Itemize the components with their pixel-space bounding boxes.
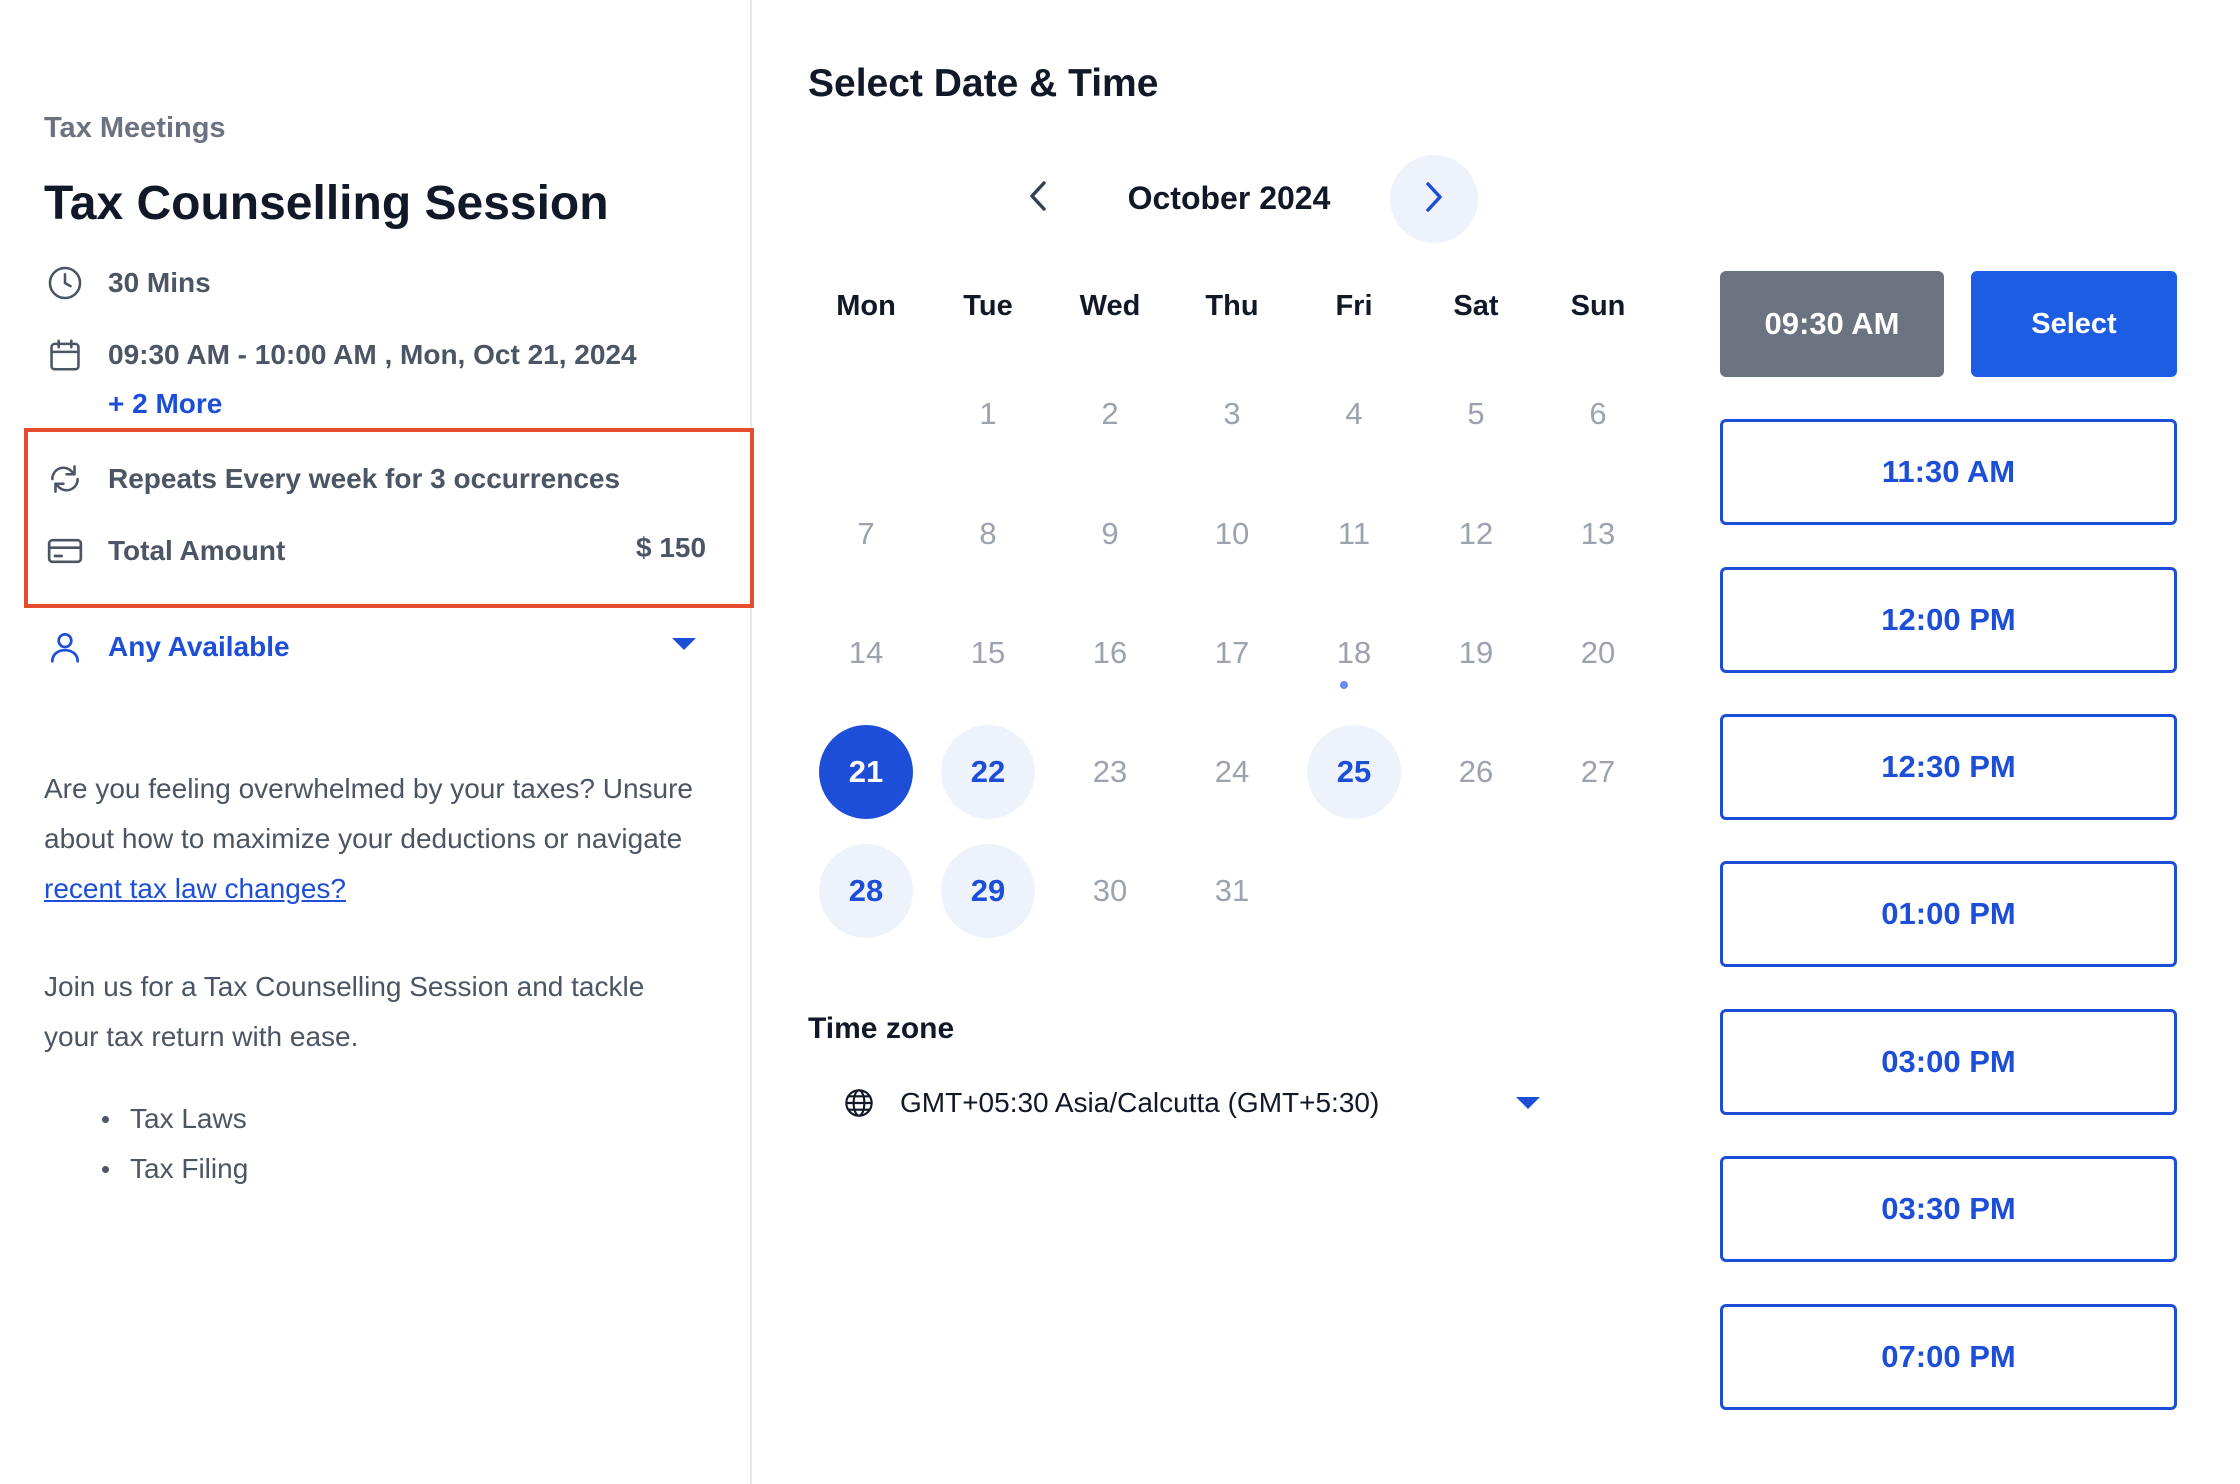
select-button[interactable]: Select xyxy=(1971,271,2177,377)
weekday-wed: Wed xyxy=(1079,290,1141,322)
time-slot-button[interactable]: 03:30 PM xyxy=(1720,1156,2177,1262)
staff-selector[interactable]: Any Available xyxy=(44,626,290,668)
description-paragraph: Are you feeling overwhelmed by your taxe… xyxy=(44,764,704,914)
list-item: Tax Laws xyxy=(102,1094,248,1144)
calendar-day-25[interactable]: 25 xyxy=(1307,725,1401,819)
calendar-icon xyxy=(44,334,86,376)
chevron-down-icon[interactable] xyxy=(672,638,696,650)
calendar-day-5: 5 xyxy=(1467,396,1485,431)
calendar-day-27: 27 xyxy=(1580,754,1616,789)
prev-month-button[interactable] xyxy=(1016,170,1060,226)
more-occurrences-link[interactable]: + 2 More xyxy=(108,388,222,420)
calendar-day-19: 19 xyxy=(1458,635,1494,670)
calendar-day-12: 12 xyxy=(1458,516,1494,551)
calendar-day-24: 24 xyxy=(1214,754,1250,789)
calendar-day-22[interactable]: 22 xyxy=(941,725,1035,819)
highlight-box xyxy=(24,428,754,608)
calendar-day-6: 6 xyxy=(1589,396,1607,431)
chevron-down-icon[interactable] xyxy=(1516,1097,1540,1109)
weekday-mon: Mon xyxy=(836,290,896,322)
calendar-day-18: 18 xyxy=(1336,635,1372,670)
timezone-label: Time zone xyxy=(808,1012,955,1045)
calendar-day-21[interactable]: 21 xyxy=(819,725,913,819)
next-month-button[interactable] xyxy=(1390,155,1478,243)
staff-value: Any Available xyxy=(108,631,290,662)
today-indicator xyxy=(1340,681,1348,689)
total-amount-value: $ 150 xyxy=(636,532,707,563)
duration-text: 30 Mins xyxy=(108,267,211,298)
calendar-day-17: 17 xyxy=(1214,635,1250,670)
calendar-day-14: 14 xyxy=(848,635,884,670)
calendar-day-3: 3 xyxy=(1223,396,1241,431)
calendar-day-7: 7 xyxy=(857,516,875,551)
description-text: Are you feeling overwhelmed by your taxe… xyxy=(44,773,694,854)
credit-card-icon xyxy=(44,530,86,572)
calendar-day-11: 11 xyxy=(1337,516,1371,551)
weekday-sat: Sat xyxy=(1453,290,1499,322)
weekday-thu: Thu xyxy=(1205,290,1259,322)
month-label: October 2024 xyxy=(1127,180,1331,216)
globe-icon xyxy=(842,1086,876,1120)
repeat-text: Repeats Every week for 3 occurrences xyxy=(108,463,621,494)
calendar-day-1: 1 xyxy=(979,396,997,431)
clock-icon xyxy=(44,262,86,304)
chevron-left-icon xyxy=(1025,179,1051,218)
calendar-day-29[interactable]: 29 xyxy=(941,844,1035,938)
calendar-day-23: 23 xyxy=(1092,754,1128,789)
time-slot-button[interactable]: 12:00 PM xyxy=(1720,567,2177,673)
calendar-day-31: 31 xyxy=(1214,873,1250,908)
total-amount-label: Total Amount xyxy=(108,535,286,566)
calendar-day-13: 13 xyxy=(1580,516,1616,551)
calendar-day-20: 20 xyxy=(1580,635,1616,670)
selected-time-slot[interactable]: 09:30 AM xyxy=(1720,271,1944,377)
time-slot-button[interactable]: 01:00 PM xyxy=(1720,861,2177,967)
datetime-text: 09:30 AM - 10:00 AM , Mon, Oct 21, 2024 xyxy=(108,339,637,370)
duration-row: 30 Mins xyxy=(44,262,211,304)
calendar-day-16: 16 xyxy=(1092,635,1128,670)
event-category: Tax Meetings xyxy=(44,112,226,144)
description-paragraph-2: Join us for a Tax Counselling Session an… xyxy=(44,971,645,1052)
time-slot-button[interactable]: 03:00 PM xyxy=(1720,1009,2177,1115)
tax-law-link[interactable]: recent tax law changes? xyxy=(44,873,346,904)
calendar-day-30: 30 xyxy=(1092,873,1128,908)
section-title: Select Date & Time xyxy=(808,62,1159,105)
weekday-fri: Fri xyxy=(1335,290,1373,322)
topics-list: Tax Laws Tax Filing xyxy=(102,1094,248,1194)
event-title: Tax Counselling Session xyxy=(44,177,609,230)
timezone-value: GMT+05:30 Asia/Calcutta (GMT+5:30) xyxy=(900,1087,1380,1118)
weekday-sun: Sun xyxy=(1570,290,1626,322)
datetime-row: 09:30 AM - 10:00 AM , Mon, Oct 21, 2024 xyxy=(44,334,637,376)
timezone-selector[interactable]: GMT+05:30 Asia/Calcutta (GMT+5:30) xyxy=(842,1086,1379,1120)
event-details-panel: Tax Meetings Tax Counselling Session 30 … xyxy=(0,0,754,1484)
chevron-right-icon xyxy=(1421,180,1447,219)
calendar-day-8: 8 xyxy=(979,516,997,551)
time-slot-button[interactable]: 11:30 AM xyxy=(1720,419,2177,525)
calendar-day-10: 10 xyxy=(1214,516,1250,551)
time-slot-button[interactable]: 07:00 PM xyxy=(1720,1304,2177,1410)
amount-row: Total Amount xyxy=(44,530,285,572)
user-icon xyxy=(44,626,86,668)
calendar-day-9: 9 xyxy=(1101,516,1119,551)
calendar-day-15: 15 xyxy=(970,635,1006,670)
repeat-icon xyxy=(44,458,86,500)
calendar-day-2: 2 xyxy=(1101,396,1119,431)
calendar-day-28[interactable]: 28 xyxy=(819,844,913,938)
list-item: Tax Filing xyxy=(102,1144,248,1194)
weekday-tue: Tue xyxy=(963,290,1013,322)
calendar-day-26: 26 xyxy=(1458,754,1494,789)
repeat-row: Repeats Every week for 3 occurrences xyxy=(44,458,620,500)
calendar-day-4: 4 xyxy=(1345,396,1363,431)
time-slot-button[interactable]: 12:30 PM xyxy=(1720,714,2177,820)
